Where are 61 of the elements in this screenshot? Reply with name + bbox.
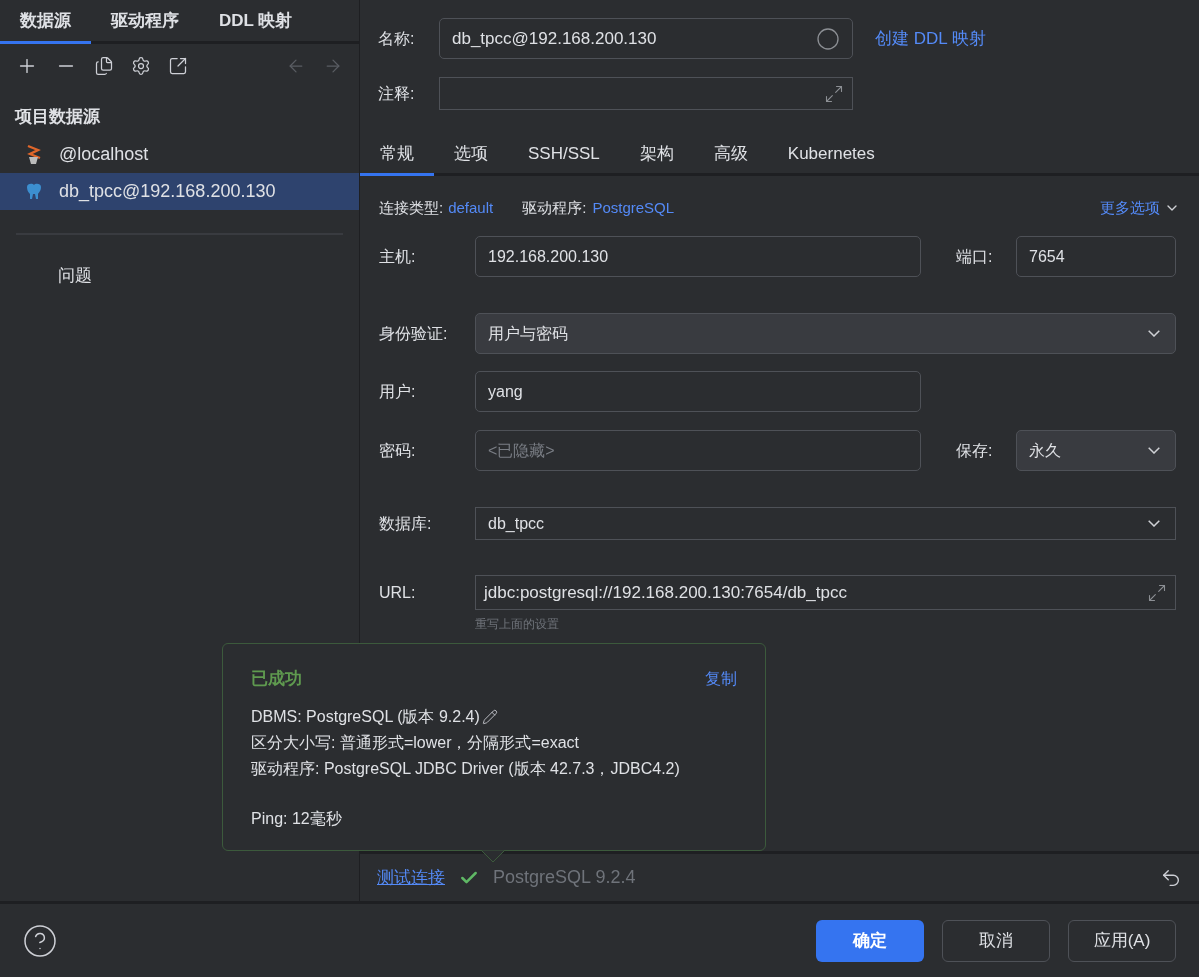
datasource-item[interactable]: @localhost bbox=[0, 136, 359, 173]
settings-tab[interactable]: Kubernetes bbox=[767, 135, 895, 176]
comment-field[interactable] bbox=[439, 77, 853, 110]
field-label: 端口: bbox=[956, 246, 994, 267]
settings-icon[interactable] bbox=[131, 56, 151, 76]
chevron-down-icon bbox=[1148, 447, 1160, 454]
port-field[interactable]: 7654 bbox=[1016, 236, 1176, 277]
connection-type-link[interactable]: default bbox=[448, 196, 494, 220]
pencil-icon[interactable] bbox=[481, 708, 498, 725]
dialog-button[interactable]: 取消 bbox=[942, 919, 1050, 962]
user-field[interactable]: yang bbox=[475, 371, 921, 412]
field-label: URL: bbox=[379, 582, 417, 603]
settings-tab[interactable]: 架构 bbox=[619, 135, 694, 176]
field-label: 主机: bbox=[379, 246, 417, 267]
copy-link[interactable]: 复制 bbox=[705, 666, 737, 691]
popup-title: 已成功 bbox=[251, 668, 302, 690]
dialog-button[interactable]: 确定 bbox=[816, 919, 924, 962]
connection-status: PostgreSQL 9.2.4 bbox=[493, 866, 636, 889]
circle-icon bbox=[816, 26, 840, 51]
expand-icon[interactable] bbox=[824, 83, 844, 104]
chevron-down-icon bbox=[1148, 520, 1160, 527]
name-field[interactable]: db_tpcc@192.168.200.130 bbox=[439, 18, 853, 59]
sidebar-tab[interactable]: 驱动程序 bbox=[91, 0, 199, 44]
settings-tab[interactable]: 高级 bbox=[693, 135, 768, 176]
open-external-icon[interactable] bbox=[168, 56, 188, 76]
help-icon[interactable] bbox=[22, 922, 58, 959]
info-line: DBMS: PostgreSQL (版本 9.2.4) bbox=[251, 706, 480, 727]
datasource-item[interactable]: db_tpcc@192.168.200.130 bbox=[0, 173, 359, 210]
settings-tab[interactable]: 选项 bbox=[434, 135, 508, 176]
info-line: 驱动程序: PostgreSQL JDBC Driver (版本 42.7.3，JDBC4.2) bbox=[251, 758, 680, 779]
field-label: 名称: bbox=[378, 28, 416, 49]
auth-dropdown[interactable]: 用户与密码 bbox=[475, 313, 1176, 354]
field-label: 用户: bbox=[379, 381, 417, 402]
settings-tab[interactable]: SSH/SSL bbox=[508, 135, 620, 176]
password-field[interactable]: <已隐藏> bbox=[475, 430, 921, 471]
chevron-down-icon bbox=[1148, 330, 1160, 337]
info-line: 区分大小写: 普通形式=lower，分隔形式=exact bbox=[251, 732, 580, 753]
settings-tab[interactable]: 常规 bbox=[360, 135, 434, 176]
field-label: 密码: bbox=[379, 440, 417, 461]
field-label: 注释: bbox=[378, 83, 416, 104]
field-label: 保存: bbox=[956, 440, 994, 461]
database-dropdown[interactable]: db_tpcc bbox=[475, 507, 1176, 540]
copy-icon[interactable] bbox=[94, 56, 114, 76]
save-dropdown[interactable]: 永久 bbox=[1016, 430, 1176, 471]
url-field[interactable]: jdbc:postgresql://192.168.200.130:7654/db_tpcc bbox=[475, 575, 1176, 610]
problems-item[interactable]: 问题 bbox=[0, 263, 359, 289]
section-title: 项目数据源 bbox=[13, 106, 101, 128]
field-label: 数据库: bbox=[379, 513, 433, 534]
dialog-button[interactable]: 应用(A) bbox=[1068, 919, 1176, 962]
driver-link[interactable]: PostgreSQL bbox=[592, 196, 675, 220]
sidebar-tab[interactable]: DDL 映射 bbox=[199, 0, 313, 44]
test-connection-link[interactable]: 测试连接 bbox=[377, 864, 445, 891]
host-field[interactable]: 192.168.200.130 bbox=[475, 236, 921, 277]
driver-label: 驱动程序: bbox=[522, 197, 587, 218]
expand-icon[interactable] bbox=[1147, 582, 1167, 603]
field-label: 身份验证: bbox=[379, 323, 449, 344]
create-ddl-link[interactable]: 创建 DDL 映射 bbox=[875, 25, 986, 52]
sidebar-tab[interactable]: 数据源 bbox=[0, 0, 91, 44]
ping-line: Ping: 12毫秒 bbox=[251, 808, 343, 829]
connection-type-label: 连接类型: bbox=[379, 197, 444, 218]
more-options-link[interactable]: 更多选项 bbox=[1100, 196, 1180, 220]
